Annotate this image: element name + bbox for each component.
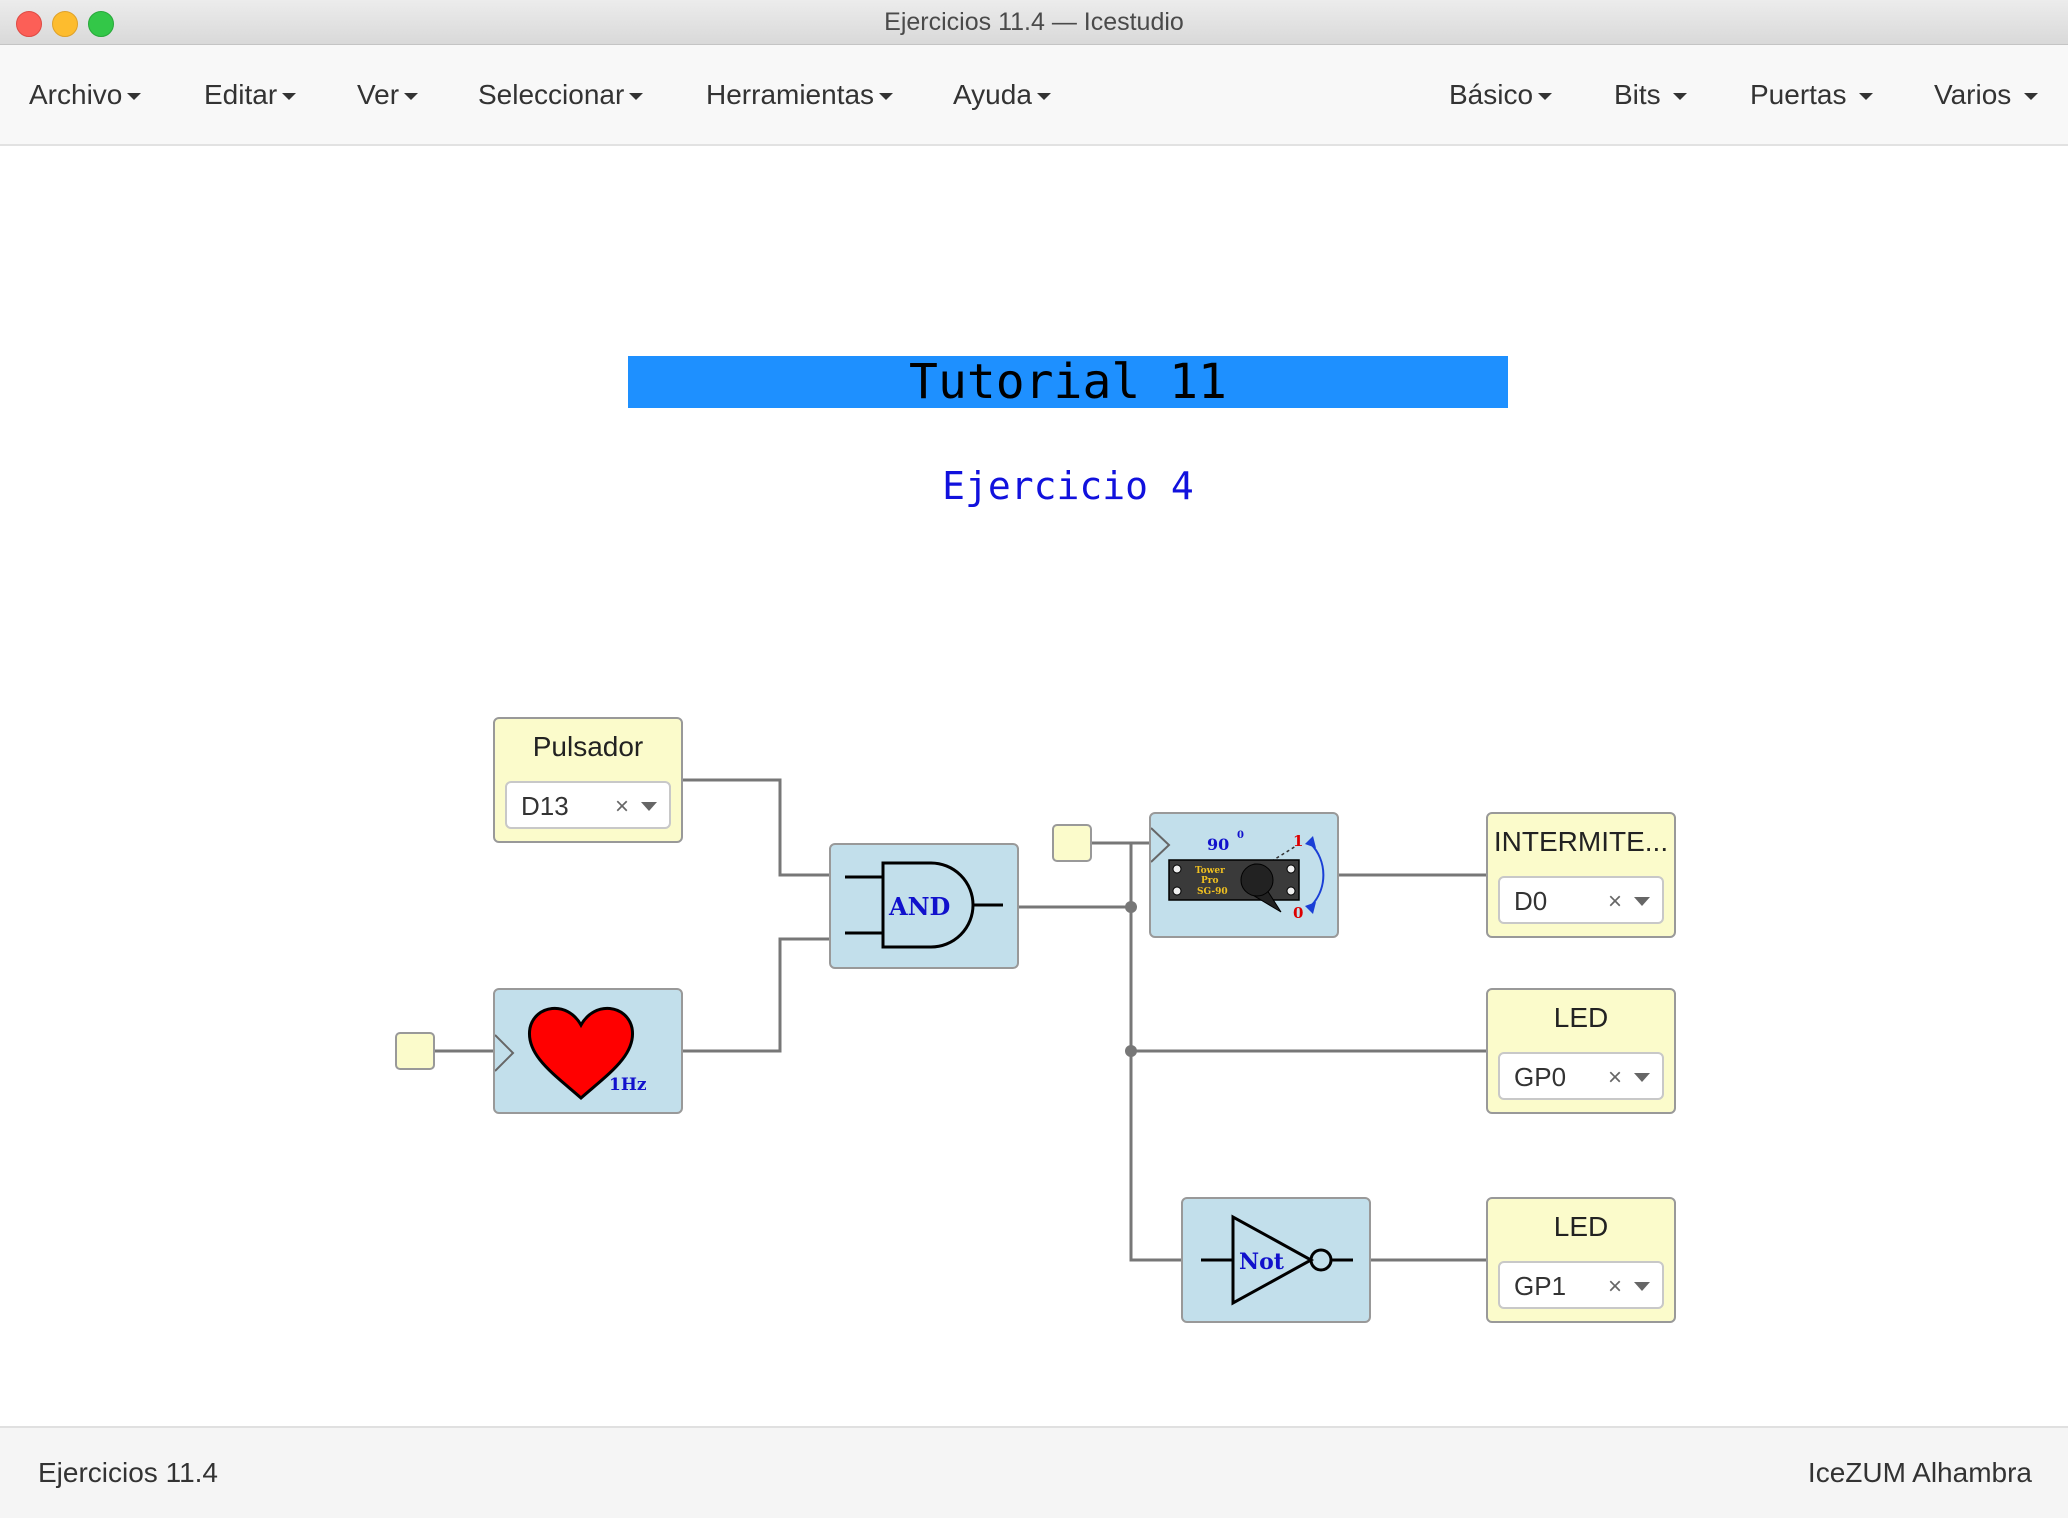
menu-bits[interactable]: Bits bbox=[1614, 45, 1688, 144]
block-label: INTERMITE... bbox=[1493, 826, 1669, 857]
menu-basico[interactable]: Básico bbox=[1449, 45, 1553, 144]
dropdown-arrow-icon[interactable] bbox=[641, 802, 657, 811]
pin-select[interactable]: GP1 × bbox=[1498, 1261, 1664, 1309]
menu-ayuda-label: Ayuda bbox=[953, 79, 1032, 110]
not-gate-icon: Not bbox=[1201, 1214, 1353, 1306]
menu-seleccionar-label: Seleccionar bbox=[478, 79, 625, 110]
pin-select[interactable]: D0 × bbox=[1498, 876, 1664, 924]
project-name: Ejercicios 11.4 bbox=[38, 1457, 219, 1488]
caret-down-icon bbox=[282, 93, 297, 101]
caret-down-icon bbox=[629, 93, 644, 101]
menu-ver-label: Ver bbox=[357, 79, 400, 110]
and-gate-label: AND bbox=[888, 892, 950, 921]
block-label: Pulsador bbox=[532, 731, 644, 762]
block-label: LED bbox=[1553, 1211, 1609, 1242]
menu-archivo-label: Archivo bbox=[29, 79, 123, 110]
pin-value: GP0 bbox=[1514, 1062, 1567, 1092]
heartbeat-block[interactable]: 1Hz bbox=[493, 988, 683, 1114]
menu-archivo[interactable]: Archivo bbox=[29, 45, 142, 144]
menu-varios[interactable]: Varios bbox=[1934, 45, 2039, 144]
wire-junction bbox=[1125, 1045, 1137, 1057]
design-canvas[interactable]: Tutorial 11 Ejercicio 4 Pulsador D13 × 1… bbox=[0, 146, 2068, 1426]
caret-down-icon bbox=[879, 93, 894, 101]
servo-model: SG-90 bbox=[1197, 887, 1228, 897]
servo-angle: 90 bbox=[1207, 835, 1229, 854]
output-block-led-gp0[interactable]: LED GP0 × bbox=[1486, 988, 1676, 1114]
window-titlebar: Ejercicios 11.4 — Icestudio bbox=[0, 0, 2068, 45]
menu-bits-label: Bits bbox=[1614, 79, 1661, 110]
dropdown-arrow-icon[interactable] bbox=[1634, 1282, 1650, 1291]
heart-frequency-label: 1Hz bbox=[609, 1075, 647, 1095]
caret-down-icon bbox=[2024, 93, 2039, 101]
input-block-pulsador[interactable]: Pulsador D13 × bbox=[493, 717, 683, 843]
pin-select[interactable]: GP0 × bbox=[1498, 1052, 1664, 1100]
menu-editar-label: Editar bbox=[204, 79, 278, 110]
constant-input-block[interactable] bbox=[395, 1032, 435, 1070]
menu-editar[interactable]: Editar bbox=[204, 45, 297, 144]
status-bar: Ejercicios 11.4 IceZUM Alhambra bbox=[0, 1426, 2068, 1518]
servo-brand1: Tower bbox=[1195, 866, 1225, 876]
not-gate-label: Not bbox=[1239, 1249, 1285, 1275]
menu-herramientas-label: Herramientas bbox=[706, 79, 875, 110]
menu-herramientas[interactable]: Herramientas bbox=[706, 45, 894, 144]
clear-icon[interactable]: × bbox=[1608, 1064, 1622, 1092]
dropdown-arrow-icon[interactable] bbox=[1634, 897, 1650, 906]
pin-value: D0 bbox=[1514, 886, 1548, 916]
not-gate-block[interactable]: Not bbox=[1181, 1197, 1371, 1323]
servo-block[interactable]: 90 0 1 0 Tower Pro SG-90 bbox=[1149, 812, 1339, 938]
servo-low: 0 bbox=[1293, 904, 1303, 922]
pin-select[interactable]: D13 × bbox=[505, 781, 671, 829]
clear-icon[interactable]: × bbox=[1608, 1273, 1622, 1301]
and-gate-icon: AND bbox=[845, 861, 1003, 949]
wire-junction bbox=[1125, 901, 1137, 913]
caret-down-icon bbox=[1859, 93, 1874, 101]
caret-down-icon bbox=[404, 93, 419, 101]
caret-down-icon bbox=[1036, 93, 1051, 101]
caret-down-icon bbox=[1538, 93, 1553, 101]
menu-puertas-label: Puertas bbox=[1750, 79, 1847, 110]
servo-brand2: Pro bbox=[1201, 876, 1219, 886]
output-block-intermitente[interactable]: INTERMITE... D0 × bbox=[1486, 812, 1676, 938]
dropdown-arrow-icon[interactable] bbox=[1634, 1073, 1650, 1082]
menu-basico-label: Básico bbox=[1449, 79, 1534, 110]
menu-ayuda[interactable]: Ayuda bbox=[953, 45, 1051, 144]
servo-high: 1 bbox=[1293, 832, 1303, 850]
clear-icon[interactable]: × bbox=[615, 793, 629, 821]
constant-input-block[interactable] bbox=[1052, 824, 1092, 862]
clear-icon[interactable]: × bbox=[1608, 888, 1622, 916]
menu-bar: Archivo Editar Ver Seleccionar Herramien… bbox=[0, 45, 2068, 146]
menu-varios-label: Varios bbox=[1934, 79, 2012, 110]
wire-to-servo bbox=[1129, 841, 1150, 907]
pin-value: GP1 bbox=[1514, 1271, 1567, 1301]
wire-bus-vertical bbox=[1129, 907, 1181, 1262]
window-title: Ejercicios 11.4 — Icestudio bbox=[884, 8, 1184, 36]
block-label: LED bbox=[1553, 1002, 1609, 1033]
caret-down-icon bbox=[127, 93, 142, 101]
menu-seleccionar[interactable]: Seleccionar bbox=[478, 45, 644, 144]
board-name[interactable]: IceZUM Alhambra bbox=[1808, 1428, 2032, 1518]
servo-degree: 0 bbox=[1237, 830, 1244, 841]
wire-pulsador-and bbox=[683, 778, 829, 877]
caret-down-icon bbox=[1673, 93, 1688, 101]
menu-ver[interactable]: Ver bbox=[357, 45, 419, 144]
output-block-led-gp1[interactable]: LED GP1 × bbox=[1486, 1197, 1676, 1323]
wire-heart-and bbox=[683, 937, 829, 1053]
wires-layer bbox=[435, 778, 1486, 1262]
menu-puertas[interactable]: Puertas bbox=[1750, 45, 1874, 144]
pin-value: D13 bbox=[521, 791, 569, 821]
and-gate-block[interactable]: AND bbox=[829, 843, 1019, 969]
servo-icon: 90 0 1 0 Tower Pro SG-90 bbox=[1151, 827, 1325, 922]
heart-icon: 1Hz bbox=[495, 1007, 647, 1101]
